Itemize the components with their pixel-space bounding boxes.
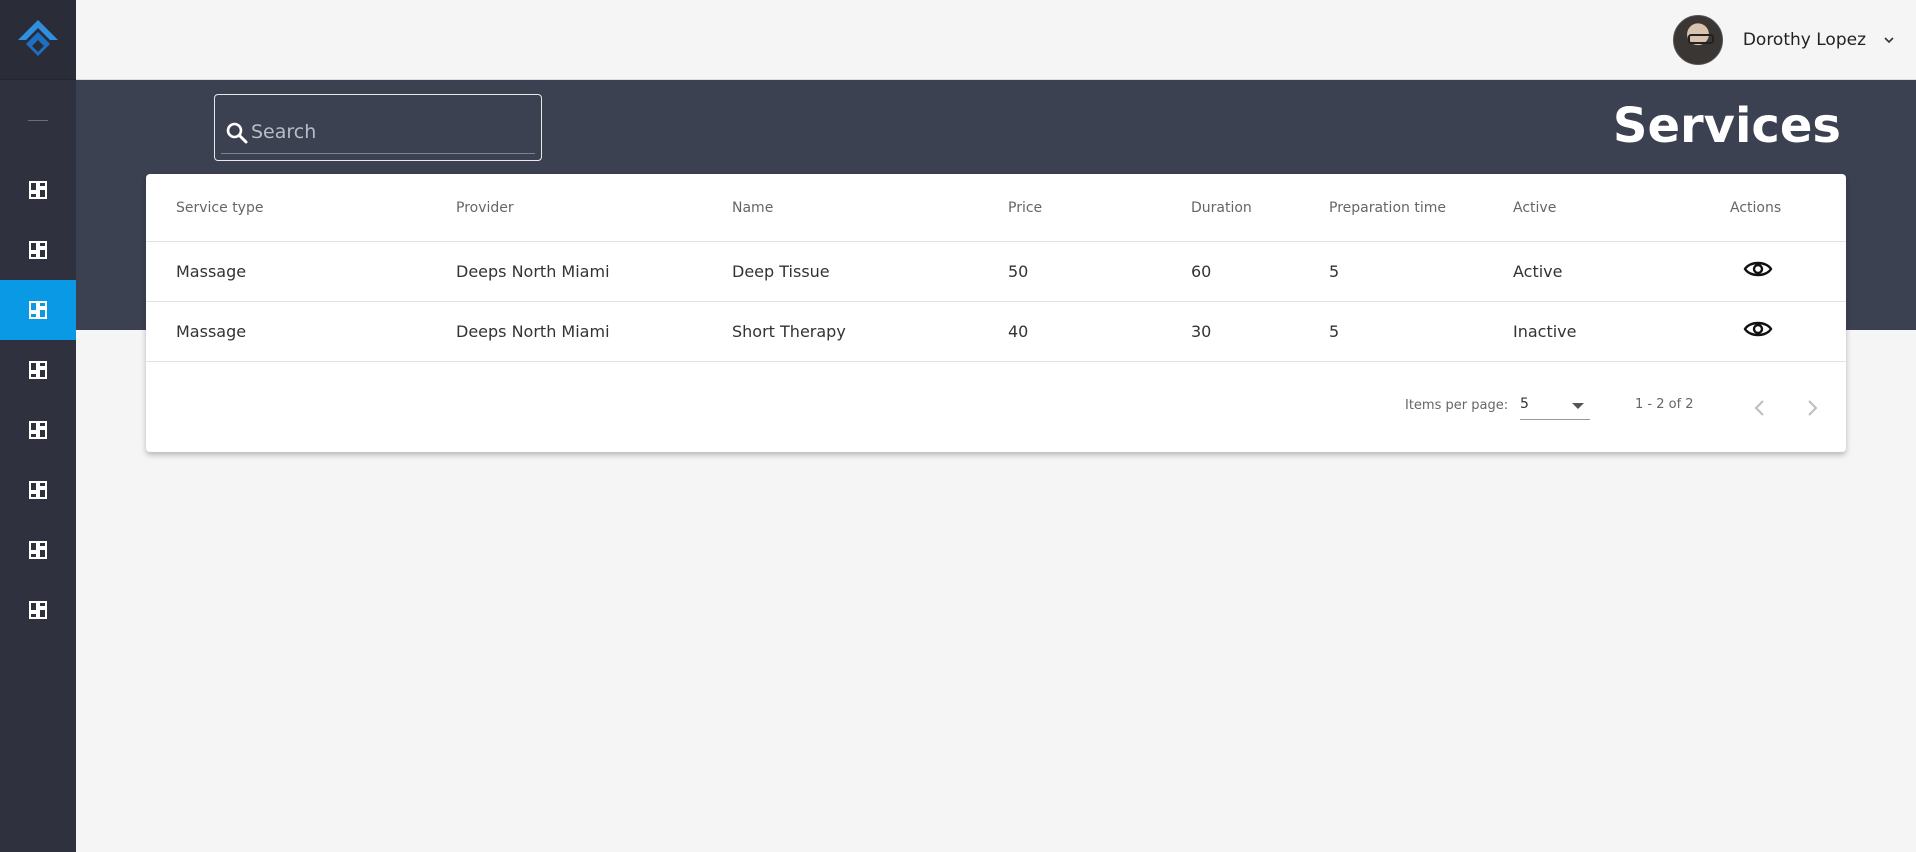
cell-name: Short Therapy <box>732 322 846 341</box>
sidebar-collapse-handle[interactable] <box>0 80 76 160</box>
column-header-active[interactable]: Active <box>1513 174 1556 241</box>
caret-down-icon <box>1572 403 1584 409</box>
dashboard-icon <box>29 421 47 439</box>
dashboard-icon <box>29 481 47 499</box>
services-table: Service type Provider Name Price Duratio… <box>146 174 1846 452</box>
cell-provider: Deeps North Miami <box>456 322 610 341</box>
column-header-price[interactable]: Price <box>1008 174 1042 241</box>
dashboard-icon <box>29 541 47 559</box>
view-eye-icon[interactable] <box>1743 316 1773 342</box>
dashboard-icon <box>29 601 47 619</box>
column-header-preparation-time[interactable]: Preparation time <box>1329 174 1446 241</box>
cell-price: 40 <box>1008 322 1029 341</box>
user-name[interactable]: Dorothy Lopez <box>1743 30 1866 50</box>
dashboard-icon <box>29 241 47 259</box>
sidebar-item-3[interactable] <box>0 280 76 340</box>
table-row[interactable]: Massage Deeps North Miami Short Therapy … <box>146 302 1846 362</box>
dashboard-icon <box>29 361 47 379</box>
cell-active: Inactive <box>1513 322 1577 341</box>
cell-duration: 60 <box>1191 262 1212 281</box>
table-header-row: Service type Provider Name Price Duratio… <box>146 174 1846 242</box>
search-icon <box>226 122 248 144</box>
sidebar-item-7[interactable] <box>0 520 76 580</box>
top-bar: Dorothy Lopez <box>76 0 1916 80</box>
search-underline <box>221 153 535 154</box>
cell-name: Deep Tissue <box>732 262 830 281</box>
cell-active: Active <box>1513 262 1563 281</box>
sidebar-item-4[interactable] <box>0 340 76 400</box>
sidebar-item-8[interactable] <box>0 580 76 640</box>
cell-service-type: Massage <box>176 322 247 341</box>
dashboard-icon <box>29 181 47 199</box>
previous-page-button[interactable] <box>1752 398 1768 418</box>
user-menu[interactable]: Dorothy Lopez <box>1672 14 1894 66</box>
app-logo[interactable] <box>0 0 76 80</box>
cell-price: 50 <box>1008 262 1029 281</box>
cell-preparation-time: 5 <box>1329 262 1340 281</box>
view-eye-icon[interactable] <box>1743 256 1773 282</box>
column-header-name[interactable]: Name <box>732 174 773 241</box>
column-header-duration[interactable]: Duration <box>1191 174 1252 241</box>
paginator: Items per page: 5 1 - 2 of 2 <box>146 362 1846 452</box>
page-range-label: 1 - 2 of 2 <box>1635 397 1694 412</box>
cell-preparation-time: 5 <box>1329 322 1340 341</box>
column-header-service-type[interactable]: Service type <box>176 174 263 241</box>
search-input[interactable] <box>251 115 531 149</box>
sidebar-item-6[interactable] <box>0 460 76 520</box>
dashboard-icon <box>29 301 47 319</box>
cell-provider: Deeps North Miami <box>456 262 610 281</box>
sidebar-item-1[interactable] <box>0 160 76 220</box>
logo-icon <box>18 19 58 56</box>
table-row[interactable]: Massage Deeps North Miami Deep Tissue 50… <box>146 242 1846 302</box>
column-header-actions: Actions <box>1730 199 1782 216</box>
items-per-page-value: 5 <box>1520 396 1529 412</box>
dash-icon <box>28 119 48 121</box>
search-box[interactable] <box>214 94 542 161</box>
sidebar-item-5[interactable] <box>0 400 76 460</box>
page-title: Services <box>1612 98 1841 154</box>
column-header-provider[interactable]: Provider <box>456 174 514 241</box>
next-page-button[interactable] <box>1804 398 1820 418</box>
sidebar-item-2[interactable] <box>0 220 76 280</box>
items-per-page-label: Items per page: <box>1405 398 1509 413</box>
avatar[interactable] <box>1672 15 1723 65</box>
cell-duration: 30 <box>1191 322 1212 341</box>
sidebar <box>0 0 76 852</box>
items-per-page-select[interactable]: 5 <box>1520 392 1590 420</box>
cell-service-type: Massage <box>176 262 247 281</box>
chevron-down-icon[interactable] <box>1884 35 1894 45</box>
